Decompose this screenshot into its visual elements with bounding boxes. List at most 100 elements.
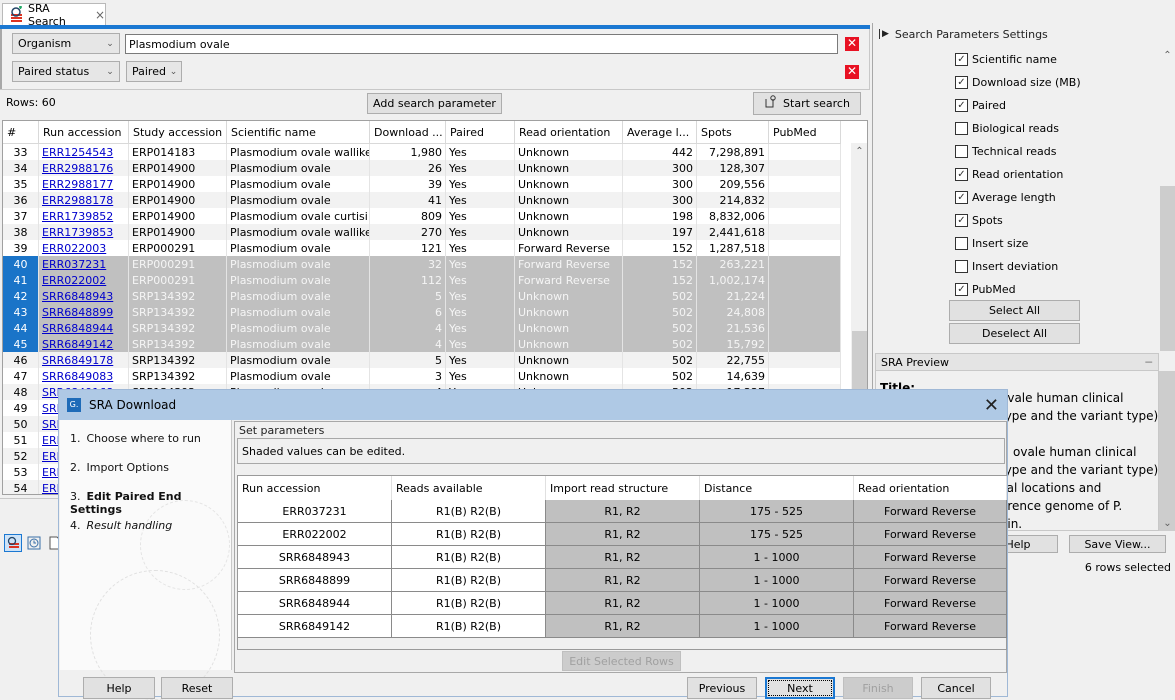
search-field-select-paired-status[interactable]: Paired status ⌄ — [12, 61, 120, 82]
pe-cell-orientation[interactable]: Forward Reverse — [854, 615, 1007, 638]
remove-organism-param-icon[interactable]: ✕ — [845, 37, 859, 51]
column-header-orient[interactable]: Read orientation — [515, 121, 623, 144]
checkbox-checked[interactable]: ✓ — [955, 282, 968, 296]
column-header-spots[interactable]: Spots — [697, 121, 769, 144]
param-checkbox-row[interactable]: ✓ Read orientation — [955, 165, 1063, 183]
param-checkbox-row[interactable]: ✓ Scientific name — [955, 50, 1057, 68]
remove-paired-param-icon[interactable]: ✕ — [845, 65, 859, 79]
reset-button[interactable]: Reset — [161, 677, 233, 699]
scroll-down-icon[interactable]: ⌄ — [1159, 518, 1175, 529]
dialog-title-bar[interactable]: G. SRA Download — [59, 390, 1007, 420]
checkbox-checked[interactable]: ✓ — [955, 98, 968, 112]
column-header-paired[interactable]: Paired — [446, 121, 515, 144]
pe-cell-structure[interactable]: R1, R2 — [546, 592, 700, 615]
tab-close-icon[interactable]: × — [95, 8, 105, 22]
run-accession-link[interactable]: ERR1739853 — [42, 226, 113, 239]
search-field-select-organism[interactable]: Organism ⌄ — [12, 33, 120, 54]
sra-search-toolbar-icon[interactable] — [4, 534, 22, 552]
run-accession-link[interactable]: ERR037231 — [42, 258, 106, 271]
column-header-n[interactable]: # — [3, 121, 39, 144]
tab-sra-search[interactable]: SRA Search × — [2, 2, 106, 28]
next-button[interactable]: Next — [765, 677, 835, 699]
pe-cell-structure[interactable]: R1, R2 — [546, 546, 700, 569]
pe-table-row[interactable]: SRR6848943 R1(B) R2(B) R1, R2 1 - 1000 Forwa… — [238, 546, 1007, 569]
column-header-name[interactable]: Scientific name — [227, 121, 370, 144]
run-accession-link[interactable]: ERR2988176 — [42, 162, 113, 175]
pe-cell-distance[interactable]: 175 - 525 — [700, 523, 854, 546]
settings-scrollbar[interactable]: ⌃ — [1159, 46, 1175, 351]
table-row[interactable]: 35 ERR2988177 ERP014900 Plasmodium ovale 39 Y… — [3, 176, 841, 192]
run-accession-link[interactable]: SRR6849083 — [42, 370, 113, 383]
run-accession-link[interactable]: SRR6848943 — [42, 290, 113, 303]
run-accession-link[interactable]: SRR6848899 — [42, 306, 113, 319]
run-accession-link[interactable]: SRR6849142 — [42, 338, 113, 351]
column-header-size[interactable]: Download ... — [370, 121, 446, 144]
param-checkbox-row[interactable]: Insert deviation — [955, 257, 1058, 275]
start-search-button[interactable]: Start search — [753, 92, 861, 115]
pe-table-row[interactable]: SRR6848899 R1(B) R2(B) R1, R2 1 - 1000 Forwa… — [238, 569, 1007, 592]
run-accession-link[interactable]: ERR1254543 — [42, 146, 113, 159]
run-accession-link[interactable]: SRR6848944 — [42, 322, 113, 335]
run-accession-link[interactable]: ERR022003 — [42, 242, 106, 255]
checkbox-checked[interactable]: ✓ — [955, 190, 968, 204]
pe-column-header-distance[interactable]: Distance — [700, 476, 854, 500]
run-accession-link[interactable]: ERR2988177 — [42, 178, 113, 191]
pe-column-header-structure[interactable]: Import read structure — [546, 476, 700, 500]
pe-cell-structure[interactable]: R1, R2 — [546, 500, 700, 523]
pe-column-header-run[interactable]: Run accession — [238, 476, 392, 500]
column-header-pubmed[interactable]: PubMed — [769, 121, 841, 144]
param-checkbox-row[interactable]: Biological reads — [955, 119, 1059, 137]
pe-column-header-reads[interactable]: Reads available — [392, 476, 546, 500]
param-checkbox-row[interactable]: ✓ PubMed — [955, 280, 1016, 298]
pe-table-row[interactable]: SRR6848944 R1(B) R2(B) R1, R2 1 - 1000 Forwa… — [238, 592, 1007, 615]
paired-value-select[interactable]: Paired ⌄ — [126, 61, 182, 82]
preview-scrollbar[interactable]: ⌄ — [1159, 371, 1175, 531]
checkbox-unchecked[interactable] — [955, 236, 968, 250]
run-accession-link[interactable]: SRR6849178 — [42, 354, 113, 367]
checkbox-unchecked[interactable] — [955, 259, 968, 273]
table-row[interactable]: 40 ERR037231 ERP000291 Plasmodium ovale 32 Ye… — [3, 256, 841, 272]
run-accession-link[interactable]: ERR2988178 — [42, 194, 113, 207]
sra-preview-tab[interactable]: SRA Preview ─ — [875, 353, 1159, 371]
pe-cell-distance[interactable]: 1 - 1000 — [700, 546, 854, 569]
table-row[interactable]: 46 SRR6849178 SRP134392 Plasmodium ovale 5 Ye… — [3, 352, 841, 368]
param-checkbox-row[interactable]: ✓ Spots — [955, 211, 1003, 229]
pe-cell-structure[interactable]: R1, R2 — [546, 569, 700, 592]
pe-cell-orientation[interactable]: Forward Reverse — [854, 592, 1007, 615]
run-accession-link[interactable]: ERR1739852 — [42, 210, 113, 223]
search-parameters-settings-header[interactable]: ▶ Search Parameters Settings — [873, 23, 1175, 45]
cancel-button[interactable]: Cancel — [921, 677, 991, 699]
minimize-icon[interactable]: ─ — [1145, 356, 1152, 369]
checkbox-checked[interactable]: ✓ — [955, 213, 968, 227]
checkbox-checked[interactable]: ✓ — [955, 167, 968, 181]
table-row[interactable]: 47 SRR6849083 SRP134392 Plasmodium ovale 3 Ye… — [3, 368, 841, 384]
organism-input[interactable]: Plasmodium ovale — [125, 34, 838, 54]
table-row[interactable]: 37 ERR1739852 ERP014900 Plasmodium ovale cu… — [3, 208, 841, 224]
pe-cell-distance[interactable]: 1 - 1000 — [700, 592, 854, 615]
add-search-parameter-button[interactable]: Add search parameter — [367, 93, 502, 114]
param-checkbox-row[interactable]: ✓ Paired — [955, 96, 1006, 114]
table-row[interactable]: 44 SRR6848944 SRP134392 Plasmodium ovale 4 Ye… — [3, 320, 841, 336]
table-row[interactable]: 39 ERR022003 ERP000291 Plasmodium ovale 121 Y… — [3, 240, 841, 256]
dialog-close-icon[interactable]: ✕ — [984, 395, 999, 416]
pe-table-row[interactable]: ERR037231 R1(B) R2(B) R1, R2 175 - 525 Forwa… — [238, 500, 1007, 523]
dialog-help-button[interactable]: Help — [83, 677, 155, 699]
select-all-button[interactable]: Select All — [949, 300, 1080, 321]
checkbox-unchecked[interactable] — [955, 121, 968, 135]
previous-button[interactable]: Previous — [687, 677, 757, 699]
pe-cell-orientation[interactable]: Forward Reverse — [854, 500, 1007, 523]
column-header-study[interactable]: Study accession — [129, 121, 227, 144]
column-header-run[interactable]: Run accession — [39, 121, 129, 144]
column-header-avg[interactable]: Average l... — [623, 121, 697, 144]
pe-column-header-orientation[interactable]: Read orientation — [854, 476, 1007, 500]
table-row[interactable]: 45 SRR6849142 SRP134392 Plasmodium ovale 4 Ye… — [3, 336, 841, 352]
pe-cell-distance[interactable]: 175 - 525 — [700, 500, 854, 523]
checkbox-checked[interactable]: ✓ — [955, 75, 968, 89]
save-view-button[interactable]: Save View... — [1069, 535, 1166, 553]
scroll-up-icon[interactable]: ⌃ — [1159, 50, 1175, 61]
scroll-up-icon[interactable]: ⌃ — [851, 146, 867, 157]
scrollbar-thumb[interactable] — [1160, 186, 1175, 351]
run-accession-link[interactable]: ERR022002 — [42, 274, 106, 287]
checkbox-checked[interactable]: ✓ — [955, 52, 968, 66]
pe-cell-structure[interactable]: R1, R2 — [546, 523, 700, 546]
